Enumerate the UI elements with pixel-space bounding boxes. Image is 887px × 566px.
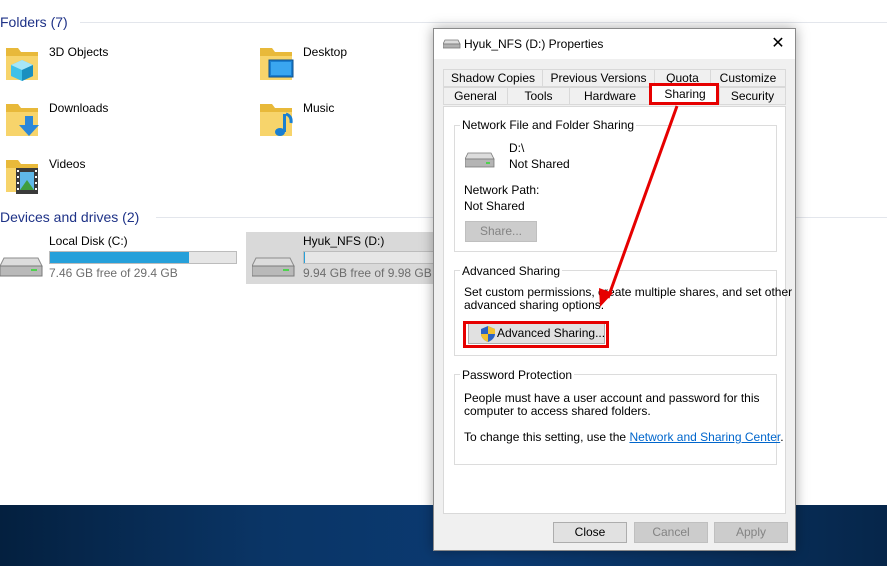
desktop-folder-icon xyxy=(260,48,294,80)
change-setting-suffix: . xyxy=(780,430,784,444)
downloads-folder-icon xyxy=(6,104,39,136)
drive-name: Local Disk (C:) xyxy=(49,234,128,248)
drive-local-disk-c[interactable]: Local Disk (C:) 7.46 GB free of 29.4 GB xyxy=(0,232,244,284)
drive-usage-fill xyxy=(304,252,305,263)
advanced-sharing-highlight xyxy=(463,321,609,348)
folder-label: 3D Objects xyxy=(49,45,109,59)
drive-free-space: 7.46 GB free of 29.4 GB xyxy=(49,266,178,280)
tab-tools[interactable]: Tools xyxy=(507,87,570,105)
advanced-sharing-description-2: advanced sharing options. xyxy=(464,298,605,312)
drive-name: Hyuk_NFS (D:) xyxy=(303,234,385,248)
sharing-tab-highlight xyxy=(649,83,719,105)
network-path-label: Network Path: xyxy=(464,183,540,197)
tab-customize[interactable]: Customize xyxy=(710,69,786,87)
network-sharing-center-link[interactable]: Network and Sharing Center xyxy=(629,430,780,444)
change-setting-prefix: To change this setting, use the xyxy=(464,430,630,444)
3d-objects-folder-icon xyxy=(6,48,38,81)
music-folder-icon xyxy=(260,104,293,136)
advanced-sharing-group-title: Advanced Sharing xyxy=(460,264,563,278)
folders-group-divider xyxy=(80,22,887,23)
drive-usage-bar xyxy=(49,251,237,264)
tab-previous-versions[interactable]: Previous Versions xyxy=(542,69,655,87)
folder-3d-objects[interactable]: 3D Objects xyxy=(0,40,250,92)
share-status: Not Shared xyxy=(509,157,570,171)
shared-drive-icon xyxy=(465,152,495,168)
drive-usage-bar xyxy=(303,251,443,264)
dialog-titlebar[interactable]: Hyuk_NFS (D:) Properties ✕ xyxy=(434,29,795,59)
folder-label: Downloads xyxy=(49,101,109,115)
password-protection-text-1: People must have a user account and pass… xyxy=(464,391,760,405)
folder-label: Videos xyxy=(49,157,86,171)
share-button[interactable]: Share... xyxy=(465,221,537,242)
apply-button[interactable]: Apply xyxy=(714,522,788,543)
cancel-button[interactable]: Cancel xyxy=(634,522,708,543)
network-sharing-group-title: Network File and Folder Sharing xyxy=(460,118,637,132)
dialog-title: Hyuk_NFS (D:) Properties xyxy=(464,37,604,51)
folders-group-header[interactable]: Folders (7) xyxy=(0,12,68,32)
hard-drive-icon xyxy=(0,257,43,277)
drive-title-icon xyxy=(443,39,461,49)
folder-downloads[interactable]: Downloads xyxy=(0,96,250,148)
drive-hyuk-nfs-d[interactable]: Hyuk_NFS (D:) 9.94 GB free of 9.98 GB xyxy=(246,232,443,284)
drive-usage-fill xyxy=(50,252,189,263)
password-protection-group xyxy=(454,374,777,465)
close-icon[interactable]: ✕ xyxy=(761,29,795,59)
sharing-tab-panel: Network File and Folder Sharing D:\ Not … xyxy=(443,106,792,514)
folder-label: Music xyxy=(303,101,335,115)
hard-drive-icon xyxy=(252,257,295,277)
password-protection-text-2: computer to access shared folders. xyxy=(464,404,651,418)
folder-videos[interactable]: Videos xyxy=(0,152,250,204)
tab-shadow-copies[interactable]: Shadow Copies xyxy=(443,69,543,87)
password-protection-group-title: Password Protection xyxy=(460,368,575,382)
advanced-sharing-description: Set custom permissions, create multiple … xyxy=(464,285,793,299)
network-path-value: Not Shared xyxy=(464,199,525,213)
videos-folder-icon xyxy=(6,160,38,194)
tab-general[interactable]: General xyxy=(443,87,508,105)
drive-properties-dialog: Hyuk_NFS (D:) Properties ✕ Shadow Copies… xyxy=(433,28,796,551)
share-path: D:\ xyxy=(509,141,525,155)
drive-free-space: 9.94 GB free of 9.98 GB xyxy=(303,266,432,280)
tab-security[interactable]: Security xyxy=(719,87,786,105)
tab-hardware[interactable]: Hardware xyxy=(569,87,651,105)
devices-group-header[interactable]: Devices and drives (2) xyxy=(0,207,139,227)
close-button[interactable]: Close xyxy=(553,522,627,543)
folder-label: Desktop xyxy=(303,45,348,59)
password-protection-text-3: To change this setting, use the Network … xyxy=(464,430,784,444)
